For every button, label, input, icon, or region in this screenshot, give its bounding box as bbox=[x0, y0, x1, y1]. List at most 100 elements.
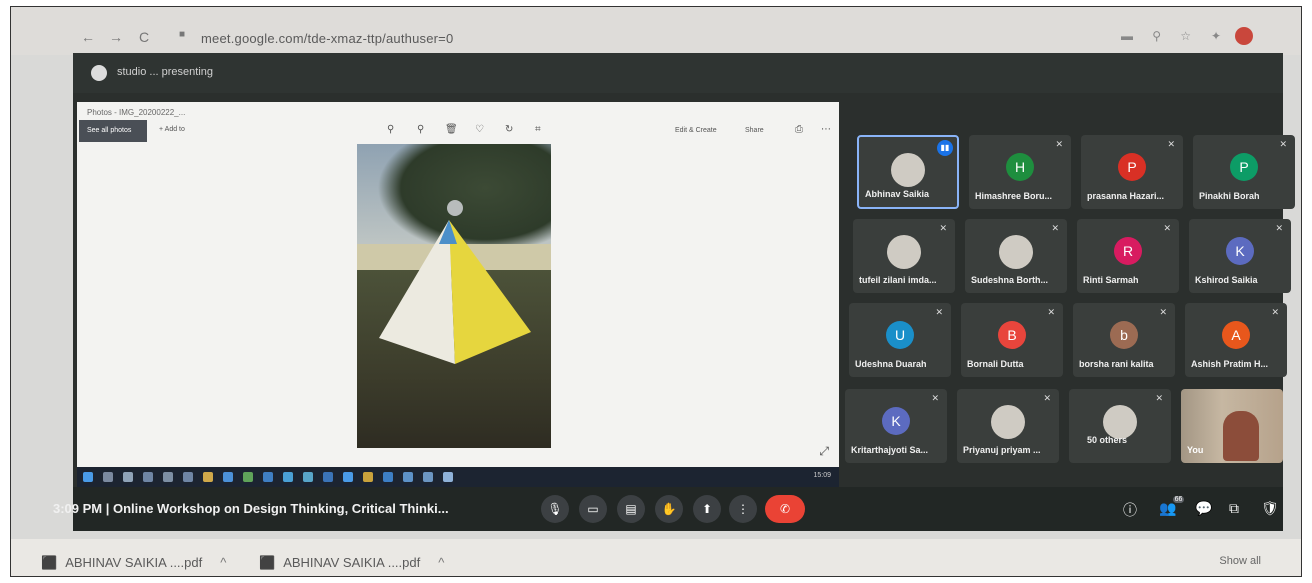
pyramid-right-face bbox=[449, 220, 531, 364]
info-icon[interactable]: ⓘ bbox=[1123, 500, 1137, 520]
app-icon[interactable] bbox=[223, 472, 233, 482]
participant-name: 50 others bbox=[1087, 435, 1128, 445]
present-icon[interactable]: ⬆ bbox=[693, 495, 721, 523]
zoom-in-icon[interactable]: ⚲ bbox=[387, 124, 394, 135]
participant-tile[interactable]: ▮▮ Abhinav Saikia bbox=[857, 135, 959, 209]
participant-tile[interactable]: P ✕ prasanna Hazari... bbox=[1081, 135, 1183, 209]
participant-tile[interactable]: K ✕ Kshirod Saikia bbox=[1189, 219, 1291, 293]
delete-icon[interactable]: 🗑 bbox=[445, 124, 458, 135]
app-icon[interactable] bbox=[343, 472, 353, 482]
pyramid-display bbox=[379, 200, 531, 364]
participant-name: tufeil zilani imda... bbox=[859, 275, 937, 285]
favorite-icon[interactable]: ♡ bbox=[475, 124, 484, 135]
participant-avatar: b bbox=[1110, 321, 1138, 349]
url-field[interactable]: meet.google.com/tde-xmaz-ttp/authuser=0 bbox=[201, 31, 453, 46]
mic-off-icon: ✕ bbox=[939, 223, 947, 233]
start-icon[interactable] bbox=[83, 472, 93, 482]
rotate-icon[interactable]: ↻ bbox=[505, 124, 513, 135]
participant-name: Bornali Dutta bbox=[967, 359, 1024, 369]
more-icon[interactable]: ⋯ bbox=[821, 124, 831, 135]
participant-tile[interactable]: ✕ Sudeshna Borth... bbox=[965, 219, 1067, 293]
app-icon[interactable] bbox=[283, 472, 293, 482]
mic-off-icon: ✕ bbox=[931, 393, 939, 403]
mic-off-icon: ✕ bbox=[1167, 139, 1175, 149]
see-all-photos-button[interactable]: See all photos bbox=[79, 120, 147, 142]
mic-off-icon: ✕ bbox=[1051, 223, 1059, 233]
participant-tile[interactable]: ✕ 50 others bbox=[1069, 389, 1171, 463]
participant-tile[interactable]: U ✕ Udeshna Duarah bbox=[849, 303, 951, 377]
download-item[interactable]: ⬛ ABHINAV SAIKIA ....pdf ^ bbox=[259, 555, 444, 571]
chevron-up-icon[interactable]: ^ bbox=[438, 555, 444, 570]
app-icon[interactable] bbox=[323, 472, 333, 482]
extension-icon[interactable]: ✦ bbox=[1211, 29, 1221, 43]
participant-avatar: A bbox=[1222, 321, 1250, 349]
participant-tile[interactable]: ✕ tufeil zilani imda... bbox=[853, 219, 955, 293]
mic-off-icon: ✕ bbox=[1279, 139, 1287, 149]
share-button[interactable]: Share bbox=[745, 127, 764, 134]
profile-avatar[interactable] bbox=[1235, 27, 1253, 45]
participant-name: Pinakhi Borah bbox=[1199, 191, 1260, 201]
participant-tile[interactable]: A ✕ Ashish Pratim H... bbox=[1185, 303, 1287, 377]
edit-create-button[interactable]: Edit & Create bbox=[675, 127, 717, 134]
leave-call-button[interactable]: ✆ bbox=[765, 495, 805, 523]
people-icon[interactable]: 👥 66 bbox=[1159, 496, 1185, 517]
participant-name: You bbox=[1187, 445, 1204, 455]
displayed-photo bbox=[357, 144, 551, 448]
zoom-out-icon[interactable]: ⚲ bbox=[417, 124, 424, 135]
meeting-info: 3:09 PM | Online Workshop on Design Thin… bbox=[53, 501, 449, 516]
app-icon[interactable] bbox=[143, 472, 153, 482]
file-explorer-icon[interactable] bbox=[203, 472, 213, 482]
expand-icon[interactable]: ⤢ bbox=[819, 444, 829, 459]
app-icon[interactable] bbox=[303, 472, 313, 482]
chrome-icon[interactable] bbox=[363, 472, 373, 482]
downloads-bar: ⬛ ABHINAV SAIKIA ....pdf ^ ⬛ ABHINAV SAIKIA… bbox=[11, 539, 1301, 576]
host-controls-icon[interactable]: 🛡 bbox=[1261, 500, 1279, 517]
taskview-icon[interactable] bbox=[123, 472, 133, 482]
captions-icon[interactable]: ▤ bbox=[617, 495, 645, 523]
participant-tile[interactable]: H ✕ Himashree Boru... bbox=[969, 135, 1071, 209]
show-all-button[interactable]: Show all bbox=[1219, 555, 1261, 567]
download-filename: ABHINAV SAIKIA ....pdf bbox=[283, 555, 421, 570]
star-icon[interactable]: ☆ bbox=[1180, 29, 1191, 43]
participant-avatar: R bbox=[1114, 237, 1142, 265]
participant-tile[interactable]: K ✕ Kritarthajyoti Sa... bbox=[845, 389, 947, 463]
participant-tile[interactable]: b ✕ borsha rani kalita bbox=[1073, 303, 1175, 377]
download-item[interactable]: ⬛ ABHINAV SAIKIA ....pdf ^ bbox=[41, 555, 226, 571]
participant-tile[interactable]: You bbox=[1181, 389, 1283, 463]
microphone-icon[interactable]: 🎙 bbox=[541, 495, 569, 523]
raise-hand-icon[interactable]: ✋ bbox=[655, 495, 683, 523]
app-icon[interactable] bbox=[403, 472, 413, 482]
chevron-up-icon[interactable]: ^ bbox=[220, 555, 226, 570]
photos-app-icon[interactable] bbox=[443, 472, 453, 482]
participant-tile[interactable]: R ✕ Rinti Sarmah bbox=[1077, 219, 1179, 293]
photos-toolbar: See all photos + Add to ⚲ ⚲ 🗑 ♡ ↻ ⌗ Edit… bbox=[77, 120, 839, 142]
minimize-icon[interactable]: ▬ bbox=[1121, 29, 1133, 43]
app-icon[interactable] bbox=[383, 472, 393, 482]
forward-icon[interactable]: → bbox=[109, 29, 123, 45]
participant-tile[interactable]: P ✕ Pinakhi Borah bbox=[1193, 135, 1295, 209]
download-filename: ABHINAV SAIKIA ....pdf bbox=[65, 555, 203, 570]
crop-icon[interactable]: ⌗ bbox=[535, 124, 541, 135]
participant-name: Ashish Pratim H... bbox=[1191, 359, 1269, 369]
more-options-icon[interactable]: ⋮ bbox=[729, 495, 757, 523]
app-icon[interactable] bbox=[423, 472, 433, 482]
app-icon[interactable] bbox=[183, 472, 193, 482]
reload-icon[interactable]: C bbox=[139, 29, 149, 45]
print-icon[interactable]: ⎙ bbox=[795, 124, 803, 135]
chat-icon[interactable]: 💬 bbox=[1195, 500, 1212, 517]
photos-window-title: Photos - IMG_20200222_... bbox=[87, 108, 186, 117]
participant-photo bbox=[999, 235, 1033, 269]
app-icon[interactable] bbox=[243, 472, 253, 482]
people-count-badge: 66 bbox=[1172, 496, 1185, 503]
camera-icon[interactable]: ▭ bbox=[579, 495, 607, 523]
back-icon[interactable]: ← bbox=[81, 29, 95, 45]
participant-avatar: K bbox=[882, 407, 910, 435]
app-icon[interactable] bbox=[163, 472, 173, 482]
participant-tile[interactable]: B ✕ Bornali Dutta bbox=[961, 303, 1063, 377]
zoom-icon[interactable]: ⚲ bbox=[1152, 29, 1161, 43]
activities-icon[interactable]: ⧉ bbox=[1229, 500, 1239, 517]
app-icon[interactable] bbox=[263, 472, 273, 482]
add-to-button[interactable]: + Add to bbox=[159, 126, 185, 133]
search-icon[interactable] bbox=[103, 472, 113, 482]
participant-tile[interactable]: ✕ Priyanuj priyam ... bbox=[957, 389, 1059, 463]
